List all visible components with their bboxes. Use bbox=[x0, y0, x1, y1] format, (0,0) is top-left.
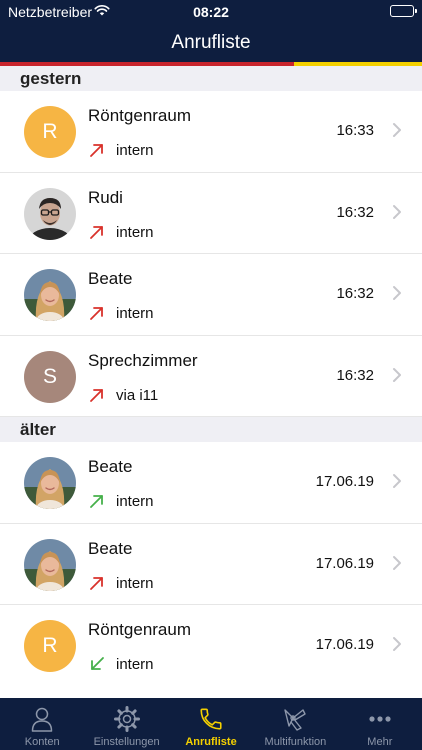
contact-name: Beate bbox=[88, 457, 133, 476]
avatar: R bbox=[24, 106, 76, 158]
contact-name: Röntgenraum bbox=[88, 106, 192, 125]
chevron-right-icon bbox=[392, 555, 402, 571]
tab-label: Multifunktion bbox=[264, 736, 327, 748]
avatar bbox=[24, 457, 76, 509]
battery-icon bbox=[390, 5, 417, 17]
call-route: intern bbox=[116, 305, 154, 322]
tab-mehr[interactable]: Mehr bbox=[338, 698, 422, 750]
call-time: 16:32 bbox=[336, 366, 374, 384]
chevron-right-icon bbox=[392, 285, 402, 301]
chevron-right-icon bbox=[392, 204, 402, 220]
call-list[interactable]: gestern R Röntgenraum intern 16:33 Rudi intern… bbox=[0, 66, 422, 698]
call-list-item[interactable]: Beate intern 16:32 bbox=[0, 254, 422, 336]
tab-einstellungen[interactable]: Einstellungen bbox=[84, 698, 168, 750]
outgoing-call-icon bbox=[88, 574, 106, 592]
chevron-right-icon bbox=[392, 367, 402, 383]
tab-anrufliste[interactable]: Anrufliste bbox=[169, 698, 253, 750]
avatar: S bbox=[24, 350, 76, 403]
call-route: intern bbox=[116, 574, 154, 592]
call-route: intern bbox=[116, 223, 154, 241]
contact-name: Sprechzimmer bbox=[88, 350, 198, 370]
call-list-item[interactable]: R Röntgenraum intern 16:33 bbox=[0, 91, 422, 173]
tab-bar: Konten Einstellungen Anrufliste Multifunkti… bbox=[0, 698, 422, 750]
contact-name: Röntgenraum bbox=[88, 620, 192, 639]
call-route: via i11 bbox=[116, 386, 159, 404]
incoming-call-icon bbox=[88, 655, 106, 673]
call-route: intern bbox=[116, 493, 154, 510]
outgoing-call-icon bbox=[88, 386, 106, 404]
call-time: 16:32 bbox=[336, 203, 374, 221]
tab-konten[interactable]: Konten bbox=[0, 698, 84, 750]
avatar bbox=[24, 187, 76, 240]
section-header: älter bbox=[0, 417, 422, 442]
tab-label: Anrufliste bbox=[185, 736, 237, 748]
outgoing-call-icon bbox=[88, 223, 106, 241]
section-header: gestern bbox=[0, 66, 422, 91]
contact-name: Rudi bbox=[88, 187, 123, 207]
call-list-item[interactable]: S Sprechzimmer via i11 16:32 bbox=[0, 335, 422, 417]
tab-label: Konten bbox=[24, 736, 60, 748]
call-list-item[interactable]: Rudi intern 16:32 bbox=[0, 172, 422, 254]
call-time: 16:32 bbox=[336, 285, 374, 302]
avatar bbox=[24, 269, 76, 321]
tab-label: Einstellungen bbox=[93, 736, 160, 748]
call-route: intern bbox=[116, 656, 154, 673]
call-time: 17.06.19 bbox=[315, 636, 374, 653]
chevron-right-icon bbox=[392, 122, 402, 138]
call-route: intern bbox=[116, 142, 154, 159]
call-time: 17.06.19 bbox=[315, 554, 374, 572]
contact-name: Beate bbox=[88, 269, 133, 288]
call-list-item[interactable]: Beate intern 17.06.19 bbox=[0, 442, 422, 524]
call-list-item[interactable]: Beate intern 17.06.19 bbox=[0, 523, 422, 605]
clock: 08:22 bbox=[193, 4, 229, 20]
call-time: 17.06.19 bbox=[315, 473, 374, 490]
page-title: Anrufliste bbox=[171, 32, 251, 53]
status-bar: Netzbetreiber 08:22 bbox=[0, 0, 422, 24]
tab-multifunktion[interactable]: Multifunktion bbox=[253, 698, 337, 750]
chevron-right-icon bbox=[392, 636, 402, 652]
chevron-right-icon bbox=[392, 473, 402, 489]
call-time: 16:33 bbox=[336, 122, 374, 139]
outgoing-call-icon bbox=[88, 141, 106, 159]
outgoing-call-icon bbox=[88, 304, 106, 322]
contact-name: Beate bbox=[88, 538, 133, 558]
tab-label: Mehr bbox=[367, 736, 393, 748]
nav-bar: Anrufliste bbox=[0, 24, 422, 62]
outgoing-call-icon bbox=[88, 492, 106, 510]
avatar bbox=[24, 538, 76, 591]
avatar: R bbox=[24, 620, 76, 672]
call-list-item[interactable]: R Röntgenraum intern 17.06.19 bbox=[0, 605, 422, 687]
